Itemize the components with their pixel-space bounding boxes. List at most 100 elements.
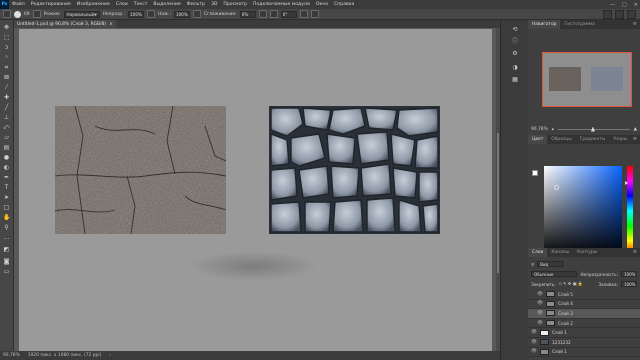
navigator-preview[interactable]	[542, 52, 632, 107]
properties-icon[interactable]: ⚙	[511, 50, 519, 58]
type-icon[interactable]: T	[3, 184, 10, 191]
zoom-icon[interactable]: ⚲	[3, 224, 10, 231]
lasso-icon[interactable]: ↄ	[3, 44, 10, 51]
hue-slider[interactable]	[627, 166, 633, 256]
angle-input[interactable]: 0°	[280, 10, 297, 18]
pressure-size-icon[interactable]	[299, 10, 308, 18]
fill-input[interactable]: 100%	[621, 281, 637, 287]
opacity-input[interactable]: 100%	[128, 10, 145, 18]
color-swatch-icon[interactable]: ◩	[3, 246, 10, 253]
close-tab-icon[interactable]: ×	[109, 22, 113, 27]
smoothing-input[interactable]: 0%	[239, 10, 256, 18]
airbrush-icon[interactable]	[192, 10, 201, 18]
eye-icon[interactable]: 👁	[537, 301, 543, 306]
tab-color[interactable]: Цвет	[528, 135, 548, 144]
menu-window[interactable]: Окно	[313, 2, 331, 7]
eye-icon[interactable]: 👁	[531, 330, 537, 335]
minimize-button[interactable]: —	[610, 2, 615, 8]
workspace-button[interactable]	[615, 10, 624, 19]
eyedropper-icon[interactable]: ⁄	[3, 84, 10, 91]
menu-view[interactable]: Просмотр	[220, 2, 250, 7]
mode-select[interactable]: Нормальный ▾	[63, 10, 100, 18]
menu-type[interactable]: Текст	[131, 2, 151, 7]
symmetry-icon[interactable]	[310, 10, 319, 18]
screen-mode-icon[interactable]: ▭	[3, 268, 10, 275]
tab-navigator[interactable]: Навигатор	[528, 20, 561, 29]
layer-row-selected[interactable]: 👁 Слой 3	[528, 309, 640, 319]
history-brush-icon[interactable]: ⤺	[3, 124, 10, 131]
brush-tool-icon[interactable]	[3, 10, 11, 18]
layer-row[interactable]: 👁 Слой 1	[528, 328, 640, 338]
navigator-zoom-slider[interactable]	[557, 126, 630, 132]
document-tab[interactable]: Untitled-1.psd @ 90,8% (Слой 3, RGB/8) ×	[14, 20, 116, 28]
crop-icon[interactable]: ⌗	[3, 64, 10, 71]
gradient-icon[interactable]: ▤	[3, 144, 10, 151]
document-workspace[interactable]	[14, 28, 500, 351]
brush-settings-icon[interactable]	[32, 10, 41, 18]
stamp-icon[interactable]: ⊥	[3, 114, 10, 121]
pressure-opacity-icon[interactable]	[147, 10, 156, 18]
eye-icon[interactable]: 👁	[537, 292, 543, 297]
quickmask-icon[interactable]: ◙	[3, 258, 10, 265]
lock-icons[interactable]: ▫ ✎ ✥ ▣ 🔒	[559, 281, 583, 287]
tab-paths[interactable]: Контуры	[573, 248, 601, 257]
tab-gradients[interactable]: Градиенты	[576, 135, 610, 144]
menu-layer[interactable]: Слои	[113, 2, 131, 7]
navigator-zoom-knob[interactable]	[590, 126, 595, 132]
dodge-icon[interactable]: ◐	[3, 164, 10, 171]
panel-menu-icon[interactable]: ≡	[633, 248, 637, 257]
maximize-button[interactable]: □	[622, 2, 627, 8]
blend-mode-select[interactable]: Обычные	[531, 271, 578, 277]
menu-image[interactable]: Изображение	[74, 2, 113, 7]
canvas[interactable]	[19, 29, 492, 351]
menu-filter[interactable]: Фильтр	[184, 2, 208, 7]
layer-row[interactable]: 👁 Слой 2	[528, 319, 640, 329]
marquee-icon[interactable]: ⬚	[3, 34, 10, 41]
adjustments-icon[interactable]: ◑	[511, 64, 519, 72]
close-window-button[interactable]: ✕	[634, 2, 638, 8]
eye-icon[interactable]: 👁	[537, 321, 543, 326]
blur-icon[interactable]: ●	[3, 154, 10, 161]
brush-preset-picker[interactable]	[14, 10, 21, 18]
foreground-color-swatch[interactable]	[532, 170, 538, 176]
share-button[interactable]	[627, 10, 636, 19]
rectangle-icon[interactable]: □	[3, 204, 10, 211]
eye-icon[interactable]: 👁	[531, 340, 537, 345]
stone-texture-image[interactable]	[55, 106, 226, 234]
chevron-right-icon[interactable]: ›	[109, 353, 111, 358]
layer-row[interactable]: 👁 Слой 4	[528, 300, 640, 310]
quick-select-icon[interactable]: ⁘	[3, 54, 10, 61]
pen-icon[interactable]: ✒	[3, 174, 10, 181]
menu-select[interactable]: Выделение	[150, 2, 183, 7]
menu-3d[interactable]: 3D	[208, 2, 220, 7]
info-icon[interactable]: ⓘ	[511, 38, 519, 46]
tab-layers[interactable]: Слои	[528, 248, 548, 257]
menu-plugins[interactable]: Подключаемые модули	[250, 2, 313, 7]
layer-opacity-input[interactable]: 100%	[621, 271, 637, 277]
color-picker-field[interactable]	[544, 166, 622, 256]
layer-row[interactable]: 👁 Слой 1	[528, 348, 640, 358]
libraries-icon[interactable]: ▦	[511, 76, 519, 84]
flow-input[interactable]: 100%	[173, 10, 190, 18]
eye-icon[interactable]: 👁	[537, 311, 543, 316]
zoom-out-icon[interactable]: ▴	[552, 127, 554, 132]
brush-icon[interactable]: ╱	[3, 104, 10, 111]
layer-row[interactable]: 👁 Слой 5	[528, 290, 640, 300]
menu-help[interactable]: Справка	[331, 2, 357, 7]
menu-file[interactable]: Файл	[9, 2, 28, 7]
frame-icon[interactable]: ⊠	[3, 74, 10, 81]
navigator-zoom-value[interactable]: 90,78%	[531, 127, 548, 132]
tab-swatches[interactable]: Образцы	[547, 135, 575, 144]
cracked-texture-image[interactable]	[269, 106, 440, 234]
smoothing-settings-icon[interactable]	[258, 10, 267, 18]
zoom-in-icon[interactable]: ▲	[634, 127, 637, 132]
fg-bg-colors[interactable]	[532, 170, 542, 180]
angle-icon[interactable]	[269, 10, 278, 18]
more-icon[interactable]: …	[3, 234, 10, 241]
layer-row[interactable]: 👁 1231232	[528, 338, 640, 348]
tab-histogram[interactable]: Гистограмма	[560, 20, 598, 29]
color-picker-marker[interactable]	[554, 185, 559, 190]
eye-icon[interactable]: 👁	[531, 349, 537, 354]
healing-icon[interactable]: ✚	[3, 94, 10, 101]
tab-channels[interactable]: Каналы	[547, 248, 573, 257]
